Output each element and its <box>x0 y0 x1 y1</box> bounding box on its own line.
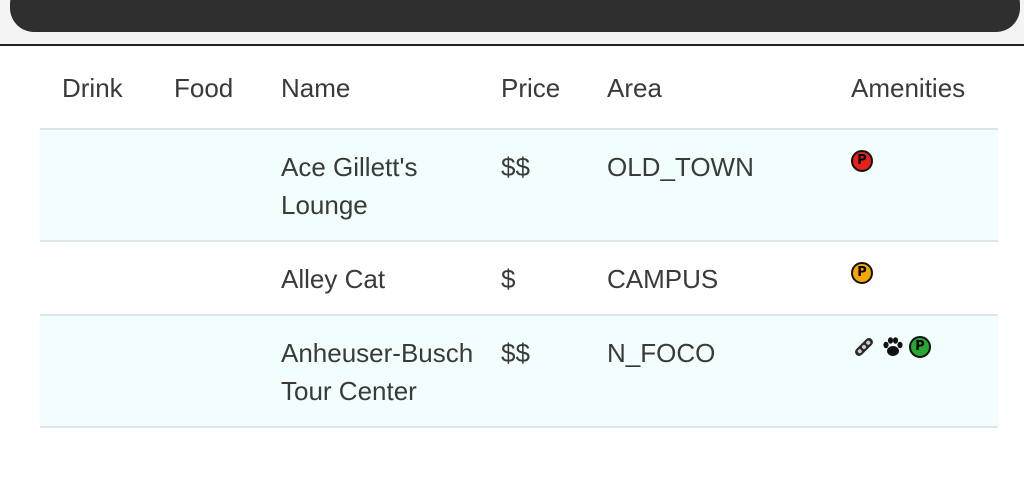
cell-food <box>152 129 259 242</box>
cell-area: N_FOCO <box>585 315 829 428</box>
cell-price: $$ <box>479 315 585 428</box>
cell-area: CAMPUS <box>585 241 829 316</box>
column-header-food[interactable]: Food <box>152 48 259 130</box>
table-row[interactable]: Ace Gillett's Lounge $$ OLD_TOWN P <box>40 129 998 242</box>
cell-name[interactable]: Alley Cat <box>259 241 479 316</box>
cell-name[interactable]: Anheuser-Busch Tour Center <box>259 315 479 428</box>
column-header-name[interactable]: Name <box>259 48 479 130</box>
parking-icon: P <box>851 262 873 284</box>
cell-food <box>152 315 259 428</box>
top-header-area <box>0 0 1024 46</box>
cell-price: $$ <box>479 129 585 242</box>
paw-icon <box>883 337 903 356</box>
bike-chain-icon <box>855 338 873 356</box>
column-header-area[interactable]: Area <box>585 48 829 130</box>
top-navigation-bar <box>10 0 1020 32</box>
table-header-row: Drink Food Name Price Area Amenities <box>40 48 998 130</box>
cell-drink <box>40 129 152 242</box>
cell-food <box>152 241 259 316</box>
cell-drink <box>40 315 152 428</box>
parking-icon: P <box>851 150 873 172</box>
cell-area: OLD_TOWN <box>585 129 829 242</box>
table-row[interactable]: Alley Cat $ CAMPUS P <box>40 241 998 316</box>
cell-amenities: P <box>829 129 998 242</box>
cell-amenities: P <box>829 241 998 316</box>
table-row[interactable]: Anheuser-Busch Tour Center $$ N_FOCO P <box>40 315 998 428</box>
column-header-drink[interactable]: Drink <box>40 48 152 130</box>
column-header-price[interactable]: Price <box>479 48 585 130</box>
cell-amenities: P <box>829 315 998 428</box>
column-header-amenities[interactable]: Amenities <box>829 48 998 130</box>
cell-price: $ <box>479 241 585 316</box>
cell-name[interactable]: Ace Gillett's Lounge <box>259 129 479 242</box>
cell-drink <box>40 241 152 316</box>
bars-table: Drink Food Name Price Area Amenities Ace… <box>40 48 998 428</box>
parking-icon: P <box>909 336 931 358</box>
